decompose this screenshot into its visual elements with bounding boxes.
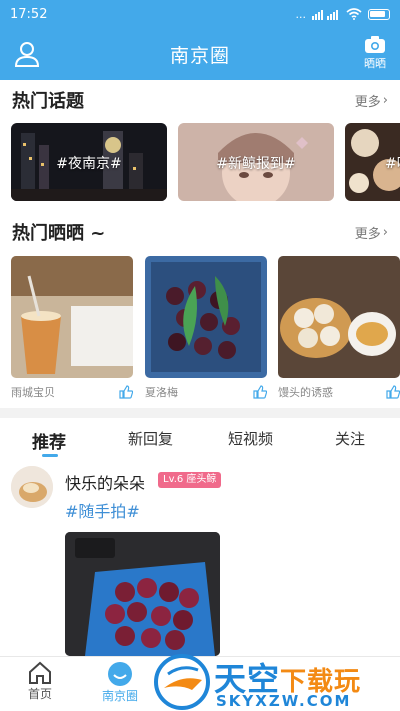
tab-new-replies[interactable]: 新回复 xyxy=(128,428,173,449)
nav-home[interactable]: 首页 xyxy=(10,661,70,702)
share-footer: 夏洛梅 xyxy=(145,382,267,402)
post-username[interactable]: 快乐的朵朵 xyxy=(65,470,145,494)
chevron-right-icon: › xyxy=(382,224,388,240)
topic-card[interactable]: #新鲸报到# xyxy=(178,123,334,201)
user-icon xyxy=(14,42,40,67)
post-topic-tag[interactable]: #随手拍# xyxy=(65,498,140,522)
feed-tabs: 推荐 新回复 短视频 关注 xyxy=(0,420,400,460)
dots-icon: ... xyxy=(295,7,307,21)
share-card[interactable]: 馒头的诱惑 xyxy=(278,256,400,404)
share-image xyxy=(278,256,400,378)
camera-label: 晒晒 xyxy=(364,57,386,70)
topic-caption: #新鲸报到# xyxy=(216,156,296,172)
thumbs-up-icon[interactable] xyxy=(386,385,400,399)
share-author: 馒头的诱惑 xyxy=(278,386,333,399)
topic-caption: #吃 xyxy=(385,156,400,172)
share-author: 夏洛梅 xyxy=(145,386,178,399)
signal-icon xyxy=(312,9,338,20)
circle-icon xyxy=(108,662,132,686)
thumbs-up-icon[interactable] xyxy=(119,385,133,399)
section-divider xyxy=(0,408,400,418)
hot-topics-more[interactable]: 更多 › xyxy=(355,91,388,110)
status-bar: 17:52 ... xyxy=(0,0,400,28)
feed-post[interactable]: 快乐的朵朵 Lv.6 座头鲸 #随手拍# xyxy=(0,466,400,656)
drink-image xyxy=(11,256,133,378)
bayberry-image xyxy=(145,256,267,378)
share-footer: 雨城宝贝 xyxy=(11,382,133,402)
hot-shares-title: 热门晒晒 ~ xyxy=(12,223,106,244)
status-time: 17:52 xyxy=(10,6,48,22)
nav-nanjing-circle[interactable]: 南京圈 xyxy=(90,661,150,704)
hot-topics-list: #夜南京# #新鲸报到# #吃 xyxy=(0,123,400,203)
hot-shares-more[interactable]: 更多 › xyxy=(355,223,388,242)
share-card[interactable]: 夏洛梅 xyxy=(145,256,267,404)
topic-card[interactable]: #夜南京# xyxy=(11,123,167,201)
nav-home-label: 首页 xyxy=(27,687,52,701)
watermark-subtitle: SKYXZW.COM xyxy=(216,692,352,710)
share-card[interactable]: 雨城宝贝 xyxy=(11,256,133,404)
app-header: 南京圈 晒晒 xyxy=(0,28,400,80)
more-label: 更多 xyxy=(354,94,381,110)
buns-image xyxy=(278,256,400,378)
nav-circle-label: 南京圈 xyxy=(101,689,138,703)
avatar[interactable] xyxy=(11,466,53,508)
hot-shares-header: 热门晒晒 ~ 更多 › xyxy=(0,214,400,250)
share-image xyxy=(11,256,133,378)
level-badge: Lv.6 座头鲸 xyxy=(158,472,222,488)
thumbs-up-icon[interactable] xyxy=(253,385,267,399)
chevron-right-icon: › xyxy=(382,92,388,108)
topic-caption: #夜南京# xyxy=(56,156,122,172)
user-profile-button[interactable] xyxy=(14,40,40,68)
share-footer: 馒头的诱惑 xyxy=(278,382,400,402)
avatar-image xyxy=(11,466,53,508)
watermark: 天空下载玩 SKYXZW.COM xyxy=(152,654,400,711)
topic-card[interactable]: #吃 xyxy=(345,123,400,201)
battery-icon xyxy=(368,8,390,20)
share-author: 雨城宝贝 xyxy=(11,386,55,399)
page-title: 南京圈 xyxy=(169,44,230,67)
share-image xyxy=(145,256,267,378)
hot-topics-header: 热门话题 更多 › xyxy=(0,82,400,118)
home-icon xyxy=(29,661,51,684)
active-tab-indicator xyxy=(42,454,58,457)
watermark-logo-icon xyxy=(154,654,210,710)
tab-recommend[interactable]: 推荐 xyxy=(32,428,66,453)
hot-topics-title: 热门话题 xyxy=(12,91,84,112)
tab-following[interactable]: 关注 xyxy=(335,428,365,449)
status-icons: ... xyxy=(295,7,390,21)
bayberry-basket-image xyxy=(65,532,220,656)
hot-shares-list: 雨城宝贝 夏洛梅 馒头的诱惑 xyxy=(0,256,400,406)
tab-short-videos[interactable]: 短视频 xyxy=(228,428,273,449)
more-label: 更多 xyxy=(354,226,381,242)
camera-icon xyxy=(365,36,385,53)
post-image[interactable] xyxy=(65,532,220,656)
wifi-icon xyxy=(346,8,362,20)
camera-button[interactable]: 晒晒 xyxy=(360,36,390,74)
